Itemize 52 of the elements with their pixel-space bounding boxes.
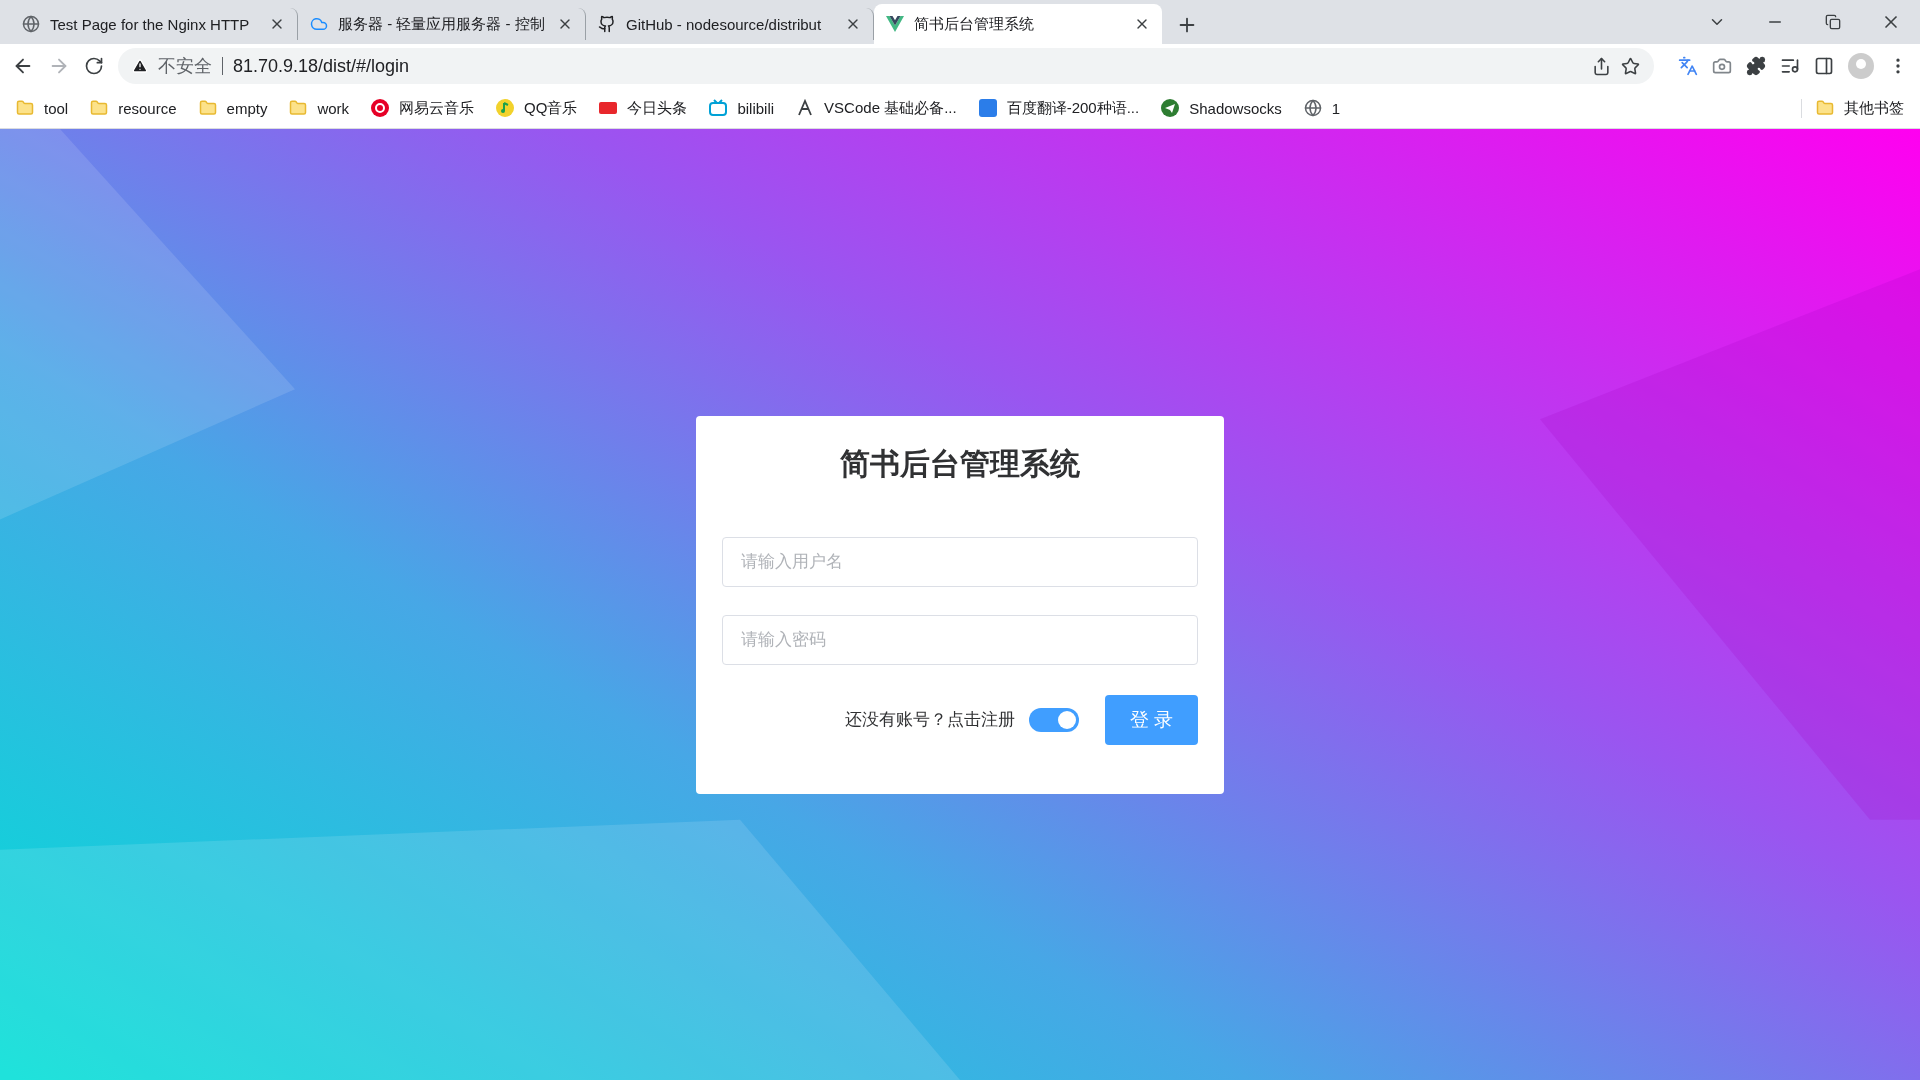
tab-title: GitHub - nodesource/distribut xyxy=(626,15,823,33)
paper-plane-icon xyxy=(1161,99,1180,117)
tab-title: 服务器 - 轻量应用服务器 - 控制 xyxy=(338,14,546,34)
bookmark-link[interactable]: 网易云音乐 xyxy=(371,98,475,118)
vue-logo-icon xyxy=(886,16,904,32)
bookmark-link[interactable]: work xyxy=(289,99,350,117)
bookmark-link[interactable]: bilibili xyxy=(709,99,775,117)
github-icon xyxy=(598,15,616,33)
reload-icon[interactable] xyxy=(84,56,104,76)
browser-tab[interactable]: 服务器 - 轻量应用服务器 - 控制 xyxy=(298,8,586,40)
music-note-icon xyxy=(496,99,515,117)
globe-icon xyxy=(22,15,40,33)
folder-icon xyxy=(16,99,34,117)
folder-icon xyxy=(1816,99,1834,117)
register-prompt: 还没有账号？点击注册 xyxy=(845,709,1015,731)
puzzle-icon[interactable] xyxy=(1746,56,1766,76)
security-label: 不安全 xyxy=(158,55,212,78)
url-text: 81.70.9.18/dist/#/login xyxy=(233,55,411,77)
side-panel-icon[interactable] xyxy=(1814,56,1834,76)
warning-icon xyxy=(132,58,148,74)
bookmark-link[interactable]: resource xyxy=(90,99,177,117)
browser-tab[interactable]: 简书后台管理系统 xyxy=(874,4,1162,44)
register-toggle[interactable] xyxy=(1029,707,1079,732)
bookmark-link[interactable]: VSCode 基础必备... xyxy=(796,98,957,118)
browser-tab[interactable]: Test Page for the Nginx HTTP xyxy=(10,8,298,40)
folder-icon xyxy=(90,99,109,117)
tab-title: 简书后台管理系统 xyxy=(914,14,1035,34)
folder-icon xyxy=(289,99,308,117)
bookmark-link[interactable]: 今日头条 xyxy=(599,98,688,118)
bookmark-link[interactable]: 1 xyxy=(1303,99,1341,117)
bookmark-link[interactable]: Shadowsocks xyxy=(1161,99,1282,117)
bookmark-link[interactable]: empty xyxy=(198,99,268,117)
login-title: 简书后台管理系统 xyxy=(840,445,1080,482)
share-icon[interactable] xyxy=(1592,56,1611,76)
translate-icon[interactable] xyxy=(1678,56,1698,76)
star-icon[interactable] xyxy=(1621,56,1640,76)
address-bar[interactable]: 不安全 81.70.9.18/dist/#/login xyxy=(118,48,1654,84)
password-field[interactable]: 请输入密码 xyxy=(722,614,1198,665)
tab-title: Test Page for the Nginx HTTP xyxy=(50,15,251,33)
bookmark-link[interactable]: tool xyxy=(16,99,69,117)
bookmark-link[interactable]: 百度翻译-200种语... xyxy=(978,98,1140,118)
cloud-icon xyxy=(310,15,328,33)
tv-icon xyxy=(709,99,728,117)
camera-icon[interactable] xyxy=(1712,56,1732,76)
folder-icon xyxy=(198,99,217,117)
news-logo-icon xyxy=(599,99,618,117)
bookmark-link[interactable]: 其他书签 xyxy=(1816,98,1904,118)
username-field[interactable]: 请输入用户名 xyxy=(722,536,1198,587)
music-disc-icon xyxy=(371,99,390,117)
playlist-icon[interactable] xyxy=(1780,56,1800,76)
globe-icon xyxy=(1303,99,1322,117)
bookmark-link[interactable]: QQ音乐 xyxy=(496,98,578,118)
